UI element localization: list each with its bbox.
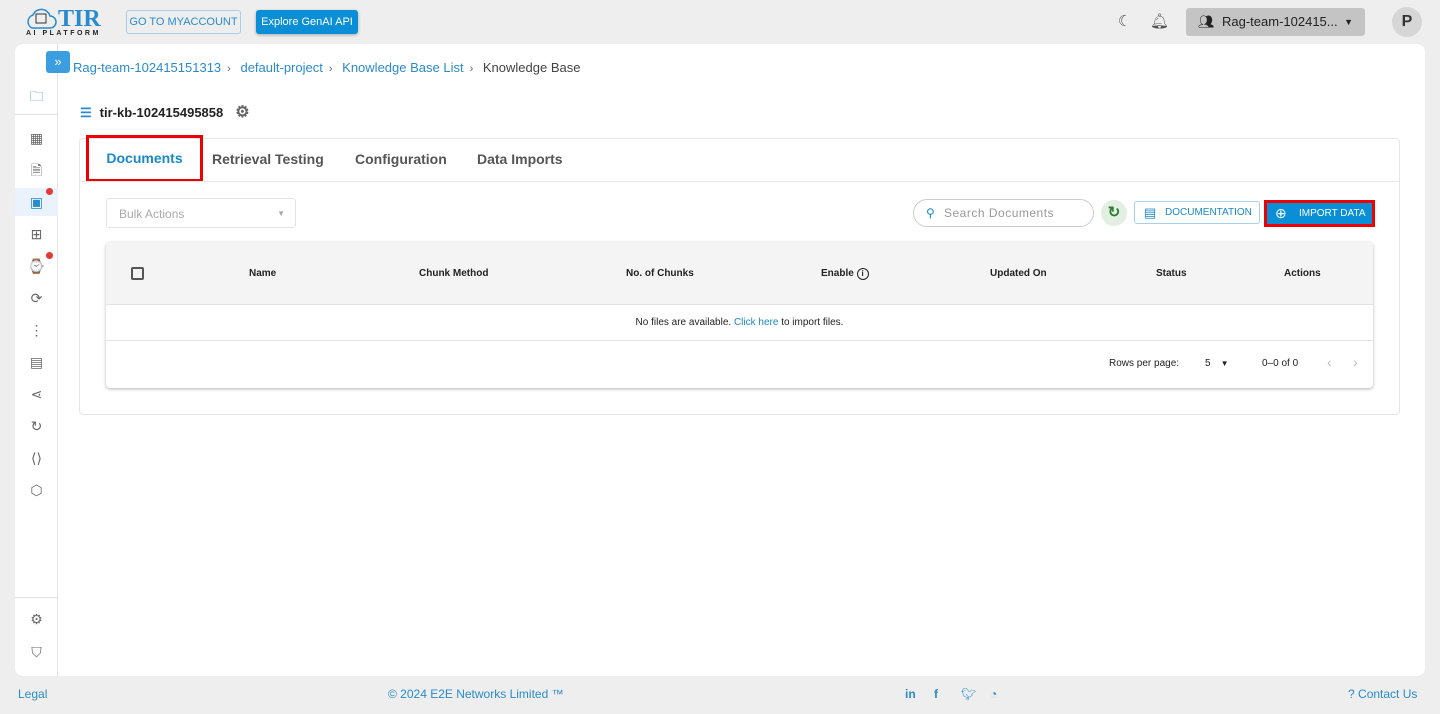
documents-table: Name Chunk Method No. of Chunks Enable i… <box>106 242 1373 388</box>
expand-sidebar-button[interactable]: » <box>46 51 70 73</box>
col-actions: Actions <box>1284 268 1321 279</box>
col-updated-on[interactable]: Updated On <box>990 268 1047 279</box>
col-chunk-method[interactable]: Chunk Method <box>419 268 488 279</box>
breadcrumb-project[interactable]: default-project <box>240 60 322 75</box>
dropdown-arrow-icon: ▼ <box>1344 17 1353 27</box>
registry-icon[interactable]: ▤ <box>15 348 58 376</box>
document-icon[interactable]: 🗎 <box>15 156 58 184</box>
twitter-icon[interactable]: 🐦︎ <box>961 687 976 701</box>
search-documents-input[interactable]: ⚲ Search Documents <box>913 199 1094 227</box>
empty-state: No files are available. Click here to im… <box>106 306 1373 341</box>
document-icon: ▤ <box>1144 205 1157 220</box>
knowledge-base-icon[interactable]: ▣ <box>15 188 58 216</box>
notification-bell-icon[interactable]: 🔔︎ <box>1150 12 1169 30</box>
deploy-icon[interactable]: ⟳ <box>15 284 58 312</box>
bulk-actions-label: Bulk Actions <box>119 207 185 221</box>
grid-icon[interactable]: ⊞ <box>15 220 58 248</box>
dropdown-arrow-icon: ▼ <box>1220 359 1229 368</box>
new-project-folder-icon[interactable]: 🗀 <box>15 82 58 110</box>
linkedin-icon[interactable]: in <box>905 687 916 701</box>
select-all-checkbox[interactable] <box>131 267 144 280</box>
refresh-button[interactable]: ↻ <box>1101 200 1127 226</box>
go-to-myaccount-button[interactable]: GO TO MYACCOUNT <box>126 10 241 34</box>
empty-suffix: to import files. <box>781 317 844 328</box>
top-bar: TIR AI PLATFORM GO TO MYACCOUNT Explore … <box>0 0 1440 44</box>
col-status[interactable]: Status <box>1156 268 1187 279</box>
logo-subtitle: AI PLATFORM <box>26 30 101 37</box>
plus-circle-icon: ⊕ <box>1275 205 1287 221</box>
breadcrumb-team[interactable]: Rag-team-102415151313 <box>73 60 221 75</box>
avatar[interactable]: P <box>1392 7 1422 37</box>
cube-icon[interactable]: ⬡ <box>15 476 58 504</box>
legal-link[interactable]: Legal <box>18 687 47 701</box>
table-header: Name Chunk Method No. of Chunks Enable i… <box>106 242 1373 305</box>
documentation-button[interactable]: ▤ DOCUMENTATION <box>1134 201 1260 224</box>
bulk-actions-select[interactable]: Bulk Actions ▼ <box>106 198 296 228</box>
kb-settings-gear-icon[interactable]: ⚙ <box>235 104 249 121</box>
pagination-range: 0–0 of 0 <box>1262 358 1299 369</box>
col-chunks[interactable]: No. of Chunks <box>626 268 694 279</box>
team-name: Rag-team-102415... <box>1222 14 1338 29</box>
col-enable-label: Enable <box>821 268 854 279</box>
info-icon[interactable]: i <box>856 268 869 280</box>
prev-page-icon[interactable]: ‹ <box>1327 354 1332 370</box>
import-data-button[interactable]: ⊕ IMPORT DATA <box>1264 200 1375 227</box>
breadcrumb: Rag-team-102415151313 › default-project › … <box>73 60 581 75</box>
rows-per-page-select[interactable]: 5 ▼ <box>1205 358 1228 369</box>
rss-icon[interactable]: ◔ <box>990 687 997 701</box>
contact-label: Contact Us <box>1358 687 1418 701</box>
code-icon[interactable]: ⟨⟩ <box>15 444 58 472</box>
documentation-label: DOCUMENTATION <box>1165 207 1252 218</box>
rows-per-page-value: 5 <box>1205 358 1211 369</box>
sync-icon[interactable]: ↻ <box>15 412 58 440</box>
help-icon: ? <box>1348 687 1355 701</box>
kb-name: tir-kb-102415495858 <box>99 105 224 120</box>
tab-documents[interactable]: Documents <box>86 135 203 182</box>
dark-mode-moon-icon[interactable]: ☾ <box>1118 12 1131 30</box>
tir-logo[interactable]: TIR AI PLATFORM <box>24 6 106 38</box>
tab-configuration[interactable]: Configuration <box>355 151 447 167</box>
copyright: © 2024 E2E Networks Limited ™ <box>388 687 564 701</box>
col-name[interactable]: Name <box>249 268 276 279</box>
search-placeholder: Search Documents <box>944 206 1055 220</box>
settings-gear-icon[interactable]: ⚙ <box>15 605 58 633</box>
rows-per-page-label: Rows per page: <box>1109 358 1180 369</box>
kb-title: ☰ tir-kb-102415495858 ⚙ <box>80 102 250 122</box>
people-icon: 👥︎ <box>1198 14 1215 29</box>
sidebar: 🗀 ▦ 🗎 ▣ ⊞ ⌚ ⟳ ⋮ ▤ ⋖ ↻ ⟨⟩ ⬡ ⚙ ⛉ <box>15 44 58 676</box>
empty-text: No files are available. <box>635 317 732 328</box>
import-data-label: IMPORT DATA <box>1299 208 1366 219</box>
database-icon: ☰ <box>80 105 92 120</box>
contact-us-link[interactable]: ? Contact Us <box>1348 687 1417 701</box>
breadcrumb-current: Knowledge Base <box>482 60 581 75</box>
breadcrumb-kb-list[interactable]: Knowledge Base List <box>342 60 463 75</box>
tab-divider <box>80 181 1399 182</box>
import-files-link[interactable]: Click here <box>734 317 778 328</box>
logo-text: TIR <box>58 6 101 32</box>
col-enable[interactable]: Enable i <box>821 268 869 280</box>
security-shield-icon[interactable]: ⛉ <box>15 638 58 666</box>
share-nodes-icon[interactable]: ⋖ <box>15 380 58 408</box>
facebook-icon[interactable]: f <box>934 687 938 701</box>
tab-data-imports[interactable]: Data Imports <box>477 151 563 167</box>
team-selector[interactable]: 👥︎ Rag-team-102415... ▼ <box>1186 8 1365 36</box>
dashboard-icon[interactable]: ▦ <box>15 124 58 152</box>
tab-retrieval-testing[interactable]: Retrieval Testing <box>212 151 324 167</box>
next-page-icon[interactable]: › <box>1353 354 1358 370</box>
scheduled-jobs-icon[interactable]: ⌚ <box>15 252 58 280</box>
explore-genai-button[interactable]: Explore GenAI API <box>256 10 358 34</box>
pipeline-icon[interactable]: ⋮ <box>15 316 58 344</box>
search-icon: ⚲ <box>926 206 936 220</box>
dropdown-arrow-icon: ▼ <box>277 209 285 218</box>
